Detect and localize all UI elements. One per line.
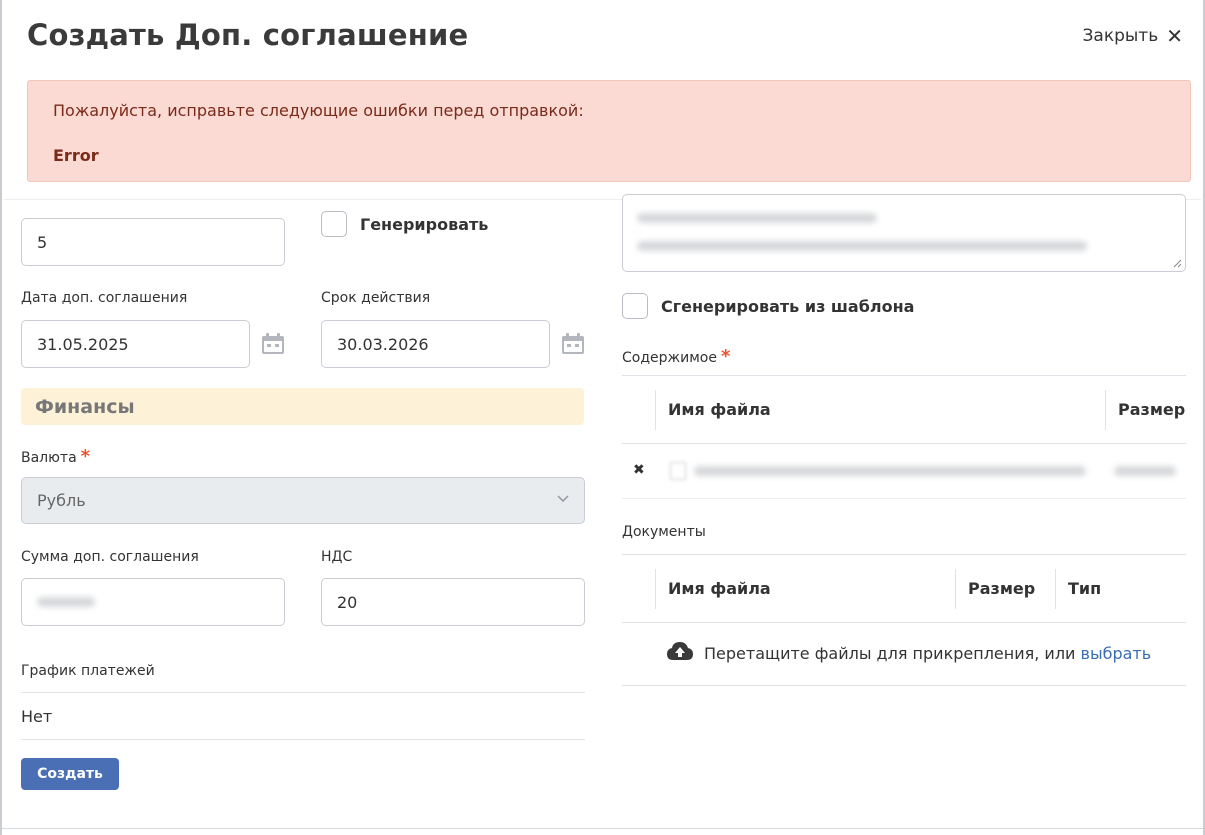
cloud-upload-icon [667,642,693,660]
close-label: Закрыть [1082,26,1159,46]
amount-input[interactable] [21,578,285,626]
content-label: Содержимое * [622,346,730,367]
term-input[interactable]: 30.03.2026 [321,320,550,368]
required-mark: * [80,446,91,467]
divider [21,692,585,693]
redacted-text [637,213,877,223]
table-border [622,498,1186,499]
documents-col-type: Тип [1068,579,1102,598]
schedule-value: Нет [21,707,53,726]
redacted-size [1114,466,1176,476]
number-input[interactable]: 5 [21,218,285,266]
column-divider [655,569,656,609]
table-border [622,443,1186,444]
required-mark: * [720,346,731,367]
currency-label: Валюта * [21,446,90,467]
number-value: 5 [37,232,48,252]
table-border [622,554,1186,555]
description-textarea[interactable] [622,194,1186,272]
content-col-size: Размер [1118,400,1186,419]
close-icon: ✕ [1166,24,1183,48]
documents-label: Документы [622,524,706,540]
documents-col-size: Размер [968,579,1036,598]
date-value: 31.05.2025 [37,334,129,354]
modal-title: Создать Доп. соглашение [27,18,469,52]
date-input[interactable]: 31.05.2025 [21,320,250,368]
error-alert: Пожалуйста, исправьте следующие ошибки п… [27,80,1191,182]
content-col-name: Имя файла [668,400,771,419]
alert-error: Error [53,146,99,165]
drop-text: Перетащите файлы для прикрепления, или [704,644,1076,663]
generate-checkbox[interactable] [321,211,347,237]
calendar-icon[interactable] [561,333,585,355]
date-label: Дата доп. соглашения [21,290,188,306]
close-button[interactable]: Закрыть ✕ [1083,26,1184,46]
template-label: Сгенерировать из шаблона [661,297,915,316]
amount-redacted [37,597,95,607]
chevron-down-icon [557,495,569,503]
generate-label: Генерировать [360,215,489,234]
documents-col-name: Имя файла [668,579,771,598]
term-value: 30.03.2026 [337,334,429,354]
footer-divider [2,828,1203,829]
alert-message: Пожалуйста, исправьте следующие ошибки п… [53,101,584,120]
column-divider [1105,390,1106,430]
modal-dialog: Создать Доп. соглашение Закрыть ✕ Пожалу… [0,0,1205,835]
table-border [622,375,1186,376]
divider [21,739,585,740]
table-border [622,622,1186,623]
calendar-icon[interactable] [261,333,285,355]
create-button[interactable]: Создать [21,758,119,790]
content-label-text: Содержимое [622,350,717,366]
redacted-filename[interactable] [694,466,1086,476]
vat-label: НДС [321,549,353,565]
vat-value: 20 [337,592,358,612]
redacted-text [637,241,1087,251]
finance-section-header: Финансы [21,388,584,425]
amount-label: Сумма доп. соглашения [21,549,199,565]
resize-handle-icon[interactable] [1173,259,1182,268]
currency-select[interactable]: Рубль [21,477,585,524]
table-border [622,685,1186,686]
column-divider [655,390,656,430]
schedule-label: График платежей [21,663,155,679]
vat-input[interactable]: 20 [321,578,585,626]
drop-zone[interactable]: Перетащите файлы для прикрепления, или в… [704,644,1151,663]
template-checkbox[interactable] [622,293,648,319]
column-divider [1055,569,1056,609]
term-label: Срок действия [321,290,431,306]
remove-icon[interactable]: ✖ [633,462,645,478]
currency-label-text: Валюта [21,450,77,466]
file-icon [670,462,686,480]
column-divider [955,569,956,609]
choose-file-link[interactable]: выбрать [1081,644,1152,663]
currency-value: Рубль [37,491,86,510]
